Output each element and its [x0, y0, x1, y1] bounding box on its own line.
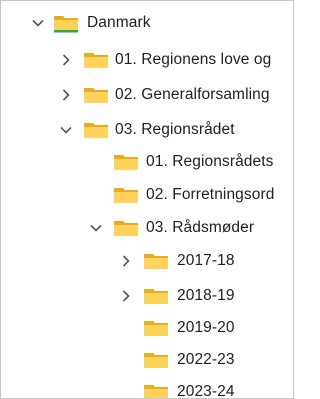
tree-item-label: 02. Generalforsamling	[115, 86, 270, 103]
folder-icon	[144, 321, 168, 336]
folder-icon	[84, 88, 108, 103]
tree-item-label: 03. Regionsrådet	[115, 121, 235, 138]
folder-icon	[84, 53, 108, 68]
tree-item-forretningsorden[interactable]: 02. Forretningsord	[1, 179, 293, 211]
tree-item-2023-24[interactable]: 2023-24	[1, 376, 293, 399]
chevron-right-icon[interactable]	[59, 88, 73, 102]
folder-icon	[114, 221, 138, 236]
tree-item-2022-23[interactable]: 2022-23	[1, 344, 293, 376]
folder-icon	[144, 289, 168, 304]
tree-item-label: 2019-20	[177, 319, 235, 336]
folder-icon	[84, 123, 108, 138]
tree-item-label: 2023-24	[177, 383, 235, 399]
chevron-right-icon[interactable]	[119, 289, 133, 303]
folder-tree-pane: Danmark 01. Regionens love og 02. Genera…	[0, 0, 294, 399]
tree-item-label: Danmark	[87, 14, 151, 31]
tree-item-label: 03. Rådsmøder	[146, 219, 255, 236]
tree-item-label: 2017-18	[177, 252, 235, 269]
tree-item-2019-20[interactable]: 2019-20	[1, 312, 293, 344]
chevron-down-icon[interactable]	[59, 123, 73, 137]
chevron-down-icon[interactable]	[31, 16, 45, 30]
chevron-right-icon[interactable]	[59, 53, 73, 67]
tree-item-2018-19[interactable]: 2018-19	[1, 280, 293, 312]
tree-item-2017-18[interactable]: 2017-18	[1, 245, 293, 277]
folder-icon	[144, 353, 168, 368]
tree-item-regionsraadet[interactable]: 03. Regionsrådet	[1, 114, 293, 146]
tree-item-raadsmoeder[interactable]: 03. Rådsmøder	[1, 212, 293, 244]
chevron-down-icon[interactable]	[89, 221, 103, 235]
chevron-right-icon[interactable]	[119, 254, 133, 268]
folder-synced-icon	[54, 16, 78, 33]
tree-item-generalforsamling[interactable]: 02. Generalforsamling	[1, 79, 293, 111]
tree-item-label: 01. Regionens love og	[115, 51, 272, 68]
tree-item-label: 2022-23	[177, 351, 235, 368]
tree-item-regionens-love[interactable]: 01. Regionens love og	[1, 44, 293, 76]
tree-item-regionsraadets[interactable]: 01. Regionsrådets	[1, 146, 293, 178]
tree-item-danmark[interactable]: Danmark	[1, 7, 293, 39]
tree-item-label: 01. Regionsrådets	[146, 153, 274, 170]
folder-icon	[144, 385, 168, 398]
tree-item-label: 2018-19	[177, 287, 235, 304]
folder-icon	[114, 155, 138, 170]
folder-icon	[144, 254, 168, 269]
folder-icon	[114, 188, 138, 203]
tree-item-label: 02. Forretningsord	[146, 186, 275, 203]
